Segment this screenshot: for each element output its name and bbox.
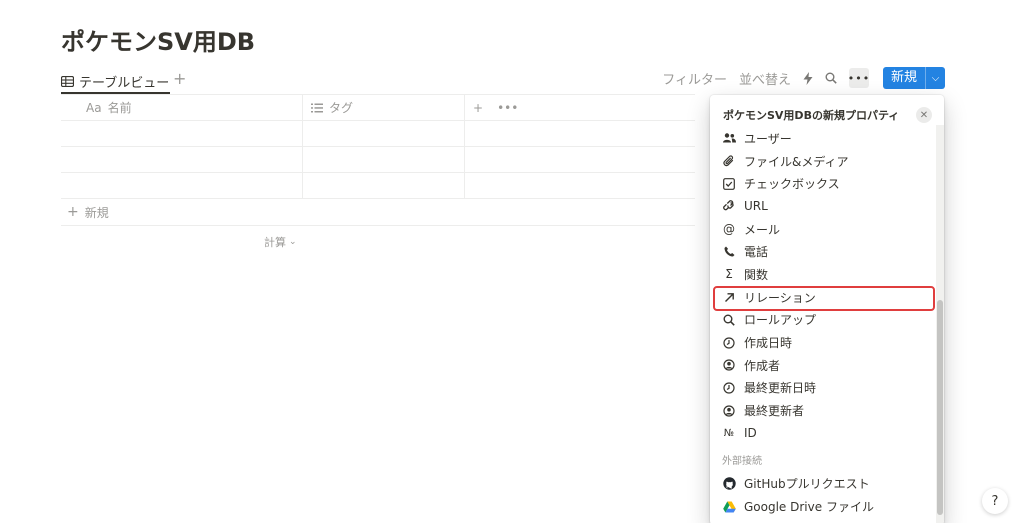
calculate-button[interactable]: 計算 ⌄ — [264, 234, 297, 250]
column-header-name[interactable]: Aa 名前 — [61, 95, 303, 120]
plus-icon: + — [67, 204, 79, 220]
panel-title: ポケモンSV用DBの新規プロパティ — [723, 109, 900, 122]
property-label: ID — [744, 426, 757, 441]
property-type-created-by[interactable]: 作成者 — [710, 354, 936, 377]
property-label: 最終更新者 — [744, 404, 805, 419]
property-label: GitHubプルリクエスト — [744, 477, 870, 492]
property-type-checkbox[interactable]: チェックボックス — [710, 172, 936, 195]
property-label: リレーション — [744, 290, 816, 305]
clock-icon — [722, 381, 736, 395]
calc-label: 計算 — [264, 236, 286, 249]
google-drive-icon — [722, 500, 736, 514]
text-type-icon: Aa — [86, 100, 102, 115]
property-label: Google Drive ファイル — [744, 500, 874, 515]
property-label: メール — [744, 222, 781, 237]
property-type-github-pr[interactable]: GitHubプルリクエスト — [710, 473, 936, 496]
property-label: ユーザー — [744, 131, 792, 146]
help-button[interactable]: ? — [982, 488, 1008, 514]
property-label: 関数 — [744, 267, 769, 282]
property-label: 電話 — [744, 245, 769, 260]
add-column-button[interactable]: + — [473, 101, 483, 115]
list-icon — [311, 103, 323, 112]
property-type-url[interactable]: URL — [710, 195, 936, 218]
sigma-icon: Σ — [725, 267, 733, 282]
property-label: URL — [744, 199, 768, 214]
chevron-down-icon: ⌄ — [289, 237, 297, 247]
numero-icon: № — [723, 427, 735, 439]
paperclip-icon — [722, 154, 736, 168]
table-cell[interactable] — [61, 121, 303, 146]
column-label: タグ — [329, 101, 354, 115]
property-type-user[interactable]: ユーザー — [710, 127, 936, 150]
page-title[interactable]: ポケモンSV用DB — [61, 22, 255, 57]
table-row[interactable] — [61, 147, 695, 173]
people-icon — [722, 131, 736, 145]
tab-label: テーブルビュー — [79, 75, 170, 91]
table-cell[interactable] — [61, 173, 303, 198]
more-options-button[interactable]: ••• — [848, 68, 869, 88]
close-icon[interactable]: ✕ — [916, 107, 932, 123]
column-more-button[interactable]: ••• — [497, 101, 518, 115]
add-view-button[interactable]: + — [173, 68, 186, 90]
github-icon — [722, 477, 736, 491]
property-type-id[interactable]: № ID — [710, 422, 936, 445]
table-cell[interactable] — [303, 147, 465, 172]
arrow-up-right-icon — [722, 290, 736, 304]
property-label: チェックボックス — [744, 177, 840, 192]
user-circle-icon — [722, 404, 736, 418]
lightning-icon[interactable] — [803, 71, 813, 85]
property-type-last-edited-by[interactable]: 最終更新者 — [710, 399, 936, 422]
panel-scrollbar-thumb[interactable] — [937, 300, 943, 515]
user-circle-icon — [722, 358, 736, 372]
table-header: Aa 名前 タグ + ••• — [61, 94, 695, 121]
table-cell[interactable] — [303, 121, 465, 146]
property-type-formula[interactable]: Σ 関数 — [710, 263, 936, 286]
property-label: 作成者 — [744, 358, 781, 373]
table-row[interactable] — [61, 121, 695, 147]
new-button[interactable]: 新規 ⌵ — [882, 67, 945, 89]
database-table: Aa 名前 タグ + ••• + 新規 計算 ⌄ — [61, 94, 695, 249]
sort-button[interactable]: 並べ替え — [739, 69, 791, 88]
new-button-label: 新規 — [890, 70, 917, 85]
at-icon: @ — [723, 222, 735, 237]
table-cell[interactable] — [61, 147, 303, 172]
toolbar: フィルター 並べ替え ••• 新規 ⌵ — [662, 66, 945, 90]
property-type-phone[interactable]: 電話 — [710, 240, 936, 263]
property-label: 作成日時 — [744, 336, 793, 351]
tab-table-view[interactable]: テーブルビュー — [61, 68, 169, 94]
property-type-list: ユーザー ファイル&メディア チェックボックス URL @ メール 電話 Σ 関… — [710, 127, 936, 518]
property-label: ロールアップ — [744, 313, 817, 328]
table-row[interactable] — [61, 173, 695, 199]
phone-icon — [722, 245, 736, 259]
property-type-last-edited-time[interactable]: 最終更新日時 — [710, 377, 936, 400]
property-type-rollup[interactable]: ロールアップ — [710, 309, 936, 332]
property-type-relation[interactable]: リレーション — [710, 285, 936, 311]
property-label: 最終更新日時 — [744, 381, 817, 396]
property-type-files[interactable]: ファイル&メディア — [710, 150, 936, 173]
property-type-created-time[interactable]: 作成日時 — [710, 331, 936, 354]
add-row-button[interactable]: + 新規 — [61, 199, 695, 226]
property-label: ファイル&メディア — [744, 154, 849, 169]
filter-button[interactable]: フィルター — [662, 69, 727, 88]
link-icon — [722, 199, 736, 213]
column-header-tag[interactable]: タグ — [303, 95, 465, 120]
checkbox-icon — [722, 177, 736, 191]
search-icon — [722, 313, 736, 327]
table-cell[interactable] — [303, 173, 465, 198]
search-icon[interactable] — [825, 72, 837, 84]
clock-icon — [722, 336, 736, 350]
external-section-label: 外部接続 — [722, 455, 762, 467]
chevron-down-icon[interactable]: ⌵ — [925, 67, 945, 89]
property-type-google-drive[interactable]: Google Drive ファイル — [710, 495, 936, 518]
add-row-label: 新規 — [84, 205, 109, 220]
column-header-actions: + ••• — [465, 95, 518, 120]
table-icon — [61, 75, 74, 87]
column-label: 名前 — [107, 101, 132, 115]
new-property-panel: ポケモンSV用DBの新規プロパティ ✕ ユーザー ファイル&メディア チェックボ… — [710, 95, 944, 523]
property-type-email[interactable]: @ メール — [710, 218, 936, 241]
